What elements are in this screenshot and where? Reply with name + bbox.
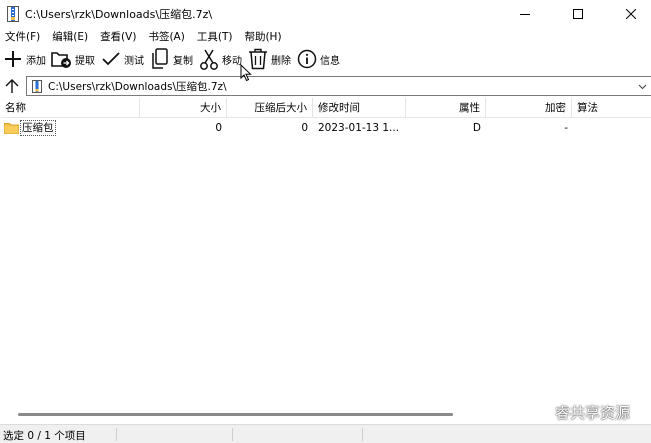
status-bar: 选定 0 / 1 个项目 <box>0 424 651 443</box>
menu-edit[interactable]: 编辑(E) <box>52 29 88 44</box>
menu-file[interactable]: 文件(F) <box>5 29 40 44</box>
table-row[interactable]: 压缩包 0 0 2023-01-13 1... D - <box>0 119 651 137</box>
watermark-text: 睿共享资源 <box>555 404 631 422</box>
move-button[interactable]: 移动 <box>198 45 242 73</box>
add-button[interactable]: 添加 <box>2 45 46 73</box>
close-button[interactable] <box>612 0 649 28</box>
menu-bar: 文件(F) 编辑(E) 查看(V) 书签(A) 工具(T) 帮助(H) <box>0 28 651 44</box>
row-packed: 0 <box>301 122 308 134</box>
window-title: C:\Users\rzk\Downloads\压缩包.7z\ <box>25 8 213 21</box>
extract-label: 提取 <box>75 55 95 67</box>
status-separator <box>116 428 117 441</box>
minimize-button[interactable] <box>506 0 543 28</box>
scissors-icon <box>198 48 220 70</box>
status-separator <box>232 428 233 441</box>
info-button[interactable]: 信息 <box>296 45 340 73</box>
column-name-label: 名称 <box>5 102 26 114</box>
column-packed-label: 压缩后大小 <box>254 102 308 114</box>
horizontal-scroll-thumb[interactable] <box>18 413 453 416</box>
row-encrypted: - <box>564 122 568 134</box>
chevron-down-icon <box>638 84 647 90</box>
column-attributes-header[interactable]: 属性 <box>406 98 486 118</box>
column-method-label: 算法 <box>577 102 598 114</box>
add-label: 添加 <box>26 55 46 67</box>
column-encrypted-label: 加密 <box>545 102 566 114</box>
selection-status: 选定 0 / 1 个项目 <box>3 430 86 442</box>
column-packed-header[interactable]: 压缩后大小 <box>227 98 313 118</box>
plus-icon <box>2 48 24 70</box>
test-label: 测试 <box>124 55 144 67</box>
column-method-header[interactable]: 算法 <box>572 98 651 118</box>
minimize-icon <box>519 14 530 15</box>
folder-icon <box>4 122 19 134</box>
menu-tools[interactable]: 工具(T) <box>197 29 233 44</box>
row-attributes: D <box>472 122 481 134</box>
status-separator <box>362 428 363 441</box>
info-icon <box>296 48 318 70</box>
column-attributes-label: 属性 <box>459 102 480 114</box>
wechat-icon <box>528 403 550 421</box>
row-modified: 2023-01-13 1... <box>318 122 400 134</box>
column-encrypted-header[interactable]: 加密 <box>486 98 572 118</box>
copy-button[interactable]: 复制 <box>149 45 193 73</box>
column-size-header[interactable]: 大小 <box>140 98 227 118</box>
archive-app-icon <box>7 6 19 22</box>
test-button[interactable]: 测试 <box>100 45 144 73</box>
maximize-button[interactable] <box>559 0 596 28</box>
column-modified-label: 修改时间 <box>318 102 360 114</box>
column-size-label: 大小 <box>200 102 221 114</box>
address-input[interactable]: C:\Users\rzk\Downloads\压缩包.7z\ <box>26 76 651 96</box>
title-bar: C:\Users\rzk\Downloads\压缩包.7z\ <box>0 0 651 28</box>
info-label: 信息 <box>320 55 340 67</box>
menu-bookmarks[interactable]: 书签(A) <box>148 29 184 44</box>
watermark: 睿共享资源 <box>528 402 630 423</box>
mouse-cursor-icon <box>240 63 252 85</box>
toolbar: 添加 提取 测试 复制 移动 删除 信息 <box>0 45 651 73</box>
extract-button[interactable]: 提取 <box>51 45 95 73</box>
copy-label: 复制 <box>173 55 193 67</box>
column-modified-header[interactable]: 修改时间 <box>313 98 406 118</box>
menu-help[interactable]: 帮助(H) <box>244 29 281 44</box>
delete-label: 删除 <box>271 55 291 67</box>
up-button[interactable] <box>0 75 24 97</box>
row-size: 0 <box>215 122 222 134</box>
extract-folder-icon <box>51 48 73 70</box>
row-method <box>577 119 647 137</box>
arrow-up-icon <box>5 79 19 93</box>
column-name-header[interactable]: 名称 <box>0 98 140 118</box>
delete-button[interactable]: 删除 <box>247 45 291 73</box>
maximize-icon <box>572 9 583 19</box>
address-bar: C:\Users\rzk\Downloads\压缩包.7z\ <box>0 75 651 97</box>
checkmark-icon <box>100 48 122 70</box>
row-name: 压缩包 <box>20 120 56 136</box>
archive-file-icon <box>32 79 42 93</box>
list-header: 名称 大小 压缩后大小 修改时间 属性 加密 算法 <box>0 98 651 118</box>
close-icon <box>625 9 636 19</box>
address-dropdown-button[interactable] <box>638 81 647 94</box>
copy-icon <box>149 48 171 70</box>
menu-view[interactable]: 查看(V) <box>100 29 136 44</box>
address-path: C:\Users\rzk\Downloads\压缩包.7z\ <box>48 80 227 93</box>
move-label: 移动 <box>222 55 242 67</box>
